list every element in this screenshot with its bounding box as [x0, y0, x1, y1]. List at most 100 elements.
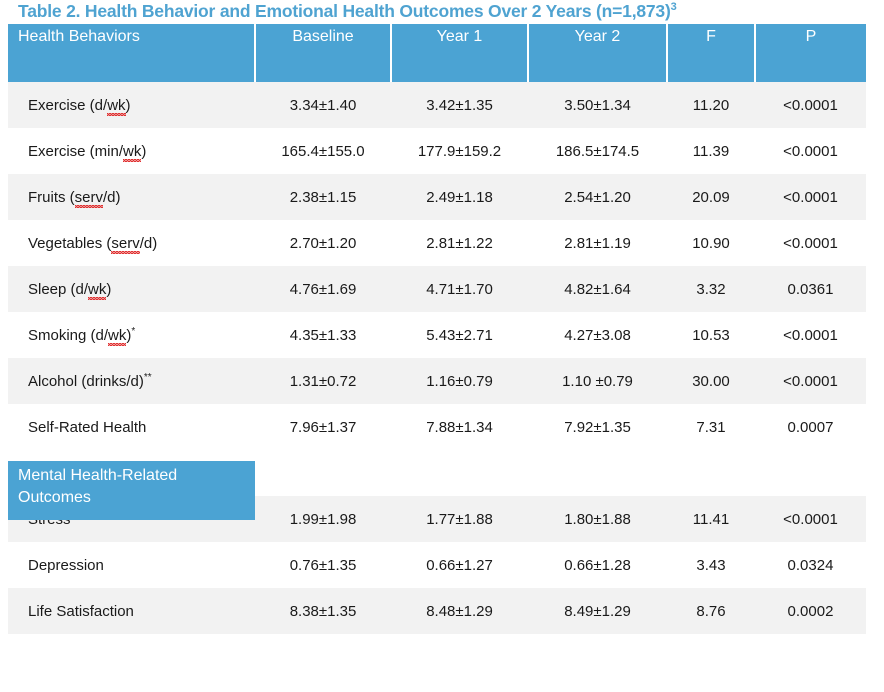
cell-year2: 0.66±1.28 — [528, 542, 667, 588]
table-row: Exercise (d/wk) 3.34±1.40 3.42±1.35 3.50±1.… — [8, 82, 866, 128]
cell-baseline: 4.35±1.33 — [255, 312, 391, 358]
spellcheck-underline: wk — [107, 96, 126, 114]
cell-baseline: 4.76±1.69 — [255, 266, 391, 312]
table-row: Self-Rated Health 7.96±1.37 7.88±1.34 7.92±… — [8, 404, 866, 450]
row-label: Alcohol (drinks/d)** — [8, 358, 255, 404]
cell-f: 8.76 — [667, 588, 755, 634]
row-label-text-tail: /d) — [139, 234, 158, 252]
spellcheck-underline: wk — [108, 326, 127, 344]
cell-p — [755, 450, 866, 496]
cell-f: 11.20 — [667, 82, 755, 128]
table-container: Health Behaviors Baseline Year 1 Year 2 … — [8, 24, 866, 634]
cell-p: <0.0001 — [755, 312, 866, 358]
column-header-year-2: Year 2 — [528, 24, 668, 82]
row-label: Life Satisfaction — [8, 588, 255, 634]
cell-p: 0.0324 — [755, 542, 866, 588]
cell-p: 0.0002 — [755, 588, 866, 634]
cell-year1: 2.49±1.18 — [391, 174, 528, 220]
page-title-text: Table 2. Health Behavior and Emotional H… — [18, 1, 671, 21]
row-label: Exercise (min/wk) — [8, 128, 255, 174]
footnote-marker: * — [131, 325, 136, 337]
column-header-health-behaviors: Health Behaviors — [8, 24, 256, 82]
cell-baseline: 1.31±0.72 — [255, 358, 391, 404]
cell-p: 0.0007 — [755, 404, 866, 450]
row-label-text: Fruits ( — [28, 188, 75, 206]
cell-f: 3.32 — [667, 266, 755, 312]
cell-f: 10.53 — [667, 312, 755, 358]
row-label-text: Vegetables ( — [28, 234, 112, 252]
table-figure: Table 2. Health Behavior and Emotional H… — [0, 0, 884, 692]
column-header-year-1: Year 1 — [391, 24, 529, 82]
cell-year2: 7.92±1.35 — [528, 404, 667, 450]
cell-f: 20.09 — [667, 174, 755, 220]
cell-year2: 1.80±1.88 — [528, 496, 667, 542]
cell-p: <0.0001 — [755, 496, 866, 542]
row-label-text: Exercise (d/ — [28, 96, 108, 114]
table-body: Exercise (d/wk) 3.34±1.40 3.42±1.35 3.50±1.… — [8, 82, 866, 634]
footnote-marker: ** — [143, 371, 152, 383]
cell-year1: 8.48±1.29 — [391, 588, 528, 634]
cell-year2: 4.27±3.08 — [528, 312, 667, 358]
cell-year1: 2.81±1.22 — [391, 220, 528, 266]
table-row: Fruits (serv/d) 2.38±1.15 2.49±1.18 2.54±1.… — [8, 174, 866, 220]
cell-year2: 2.81±1.19 — [528, 220, 667, 266]
cell-f: 30.00 — [667, 358, 755, 404]
row-label-text-tail: ) — [141, 142, 147, 160]
cell-p: 0.0361 — [755, 266, 866, 312]
cell-year1: 1.77±1.88 — [391, 496, 528, 542]
row-label-text: Self-Rated Health — [28, 418, 147, 436]
cell-p: <0.0001 — [755, 128, 866, 174]
cell-p: <0.0001 — [755, 174, 866, 220]
cell-year1 — [391, 450, 528, 496]
cell-year2: 186.5±174.5 — [528, 128, 667, 174]
row-label: Exercise (d/wk) — [8, 82, 255, 128]
cell-year2: 2.54±1.20 — [528, 174, 667, 220]
row-label-text: Alcohol (drinks/d) — [28, 372, 144, 390]
row-label-text-tail: ) — [125, 96, 131, 114]
cell-p: <0.0001 — [755, 82, 866, 128]
cell-year2: 4.82±1.64 — [528, 266, 667, 312]
cell-p: <0.0001 — [755, 220, 866, 266]
cell-year1: 3.42±1.35 — [391, 82, 528, 128]
spellcheck-underline: wk — [88, 280, 107, 298]
cell-baseline — [255, 450, 391, 496]
section-banner-line-1: Mental Health-Related — [18, 467, 178, 484]
cell-baseline: 1.99±1.98 — [255, 496, 391, 542]
row-label-text-tail: /d) — [103, 188, 121, 206]
cell-baseline: 2.70±1.20 — [255, 220, 391, 266]
table-row: Life Satisfaction 8.38±1.35 8.48±1.29 8.49±… — [8, 588, 866, 634]
column-header-baseline: Baseline — [255, 24, 392, 82]
cell-year1: 4.71±1.70 — [391, 266, 528, 312]
cell-f — [667, 450, 755, 496]
cell-year2: 8.49±1.29 — [528, 588, 667, 634]
table-row: Exercise (min/wk) 165.4±155.0 177.9±159.2 1… — [8, 128, 866, 174]
cell-f: 7.31 — [667, 404, 755, 450]
row-label-text: Sleep (d/ — [28, 280, 89, 298]
row-label-text-tail: ) — [106, 280, 112, 298]
row-label: Self-Rated Health — [8, 404, 255, 450]
row-label-text: Smoking (d/ — [28, 326, 109, 344]
row-label-text: Depression — [28, 556, 104, 574]
table-row: Vegetables (serv/d) 2.70±1.20 2.81±1.22 2.8… — [8, 220, 866, 266]
cell-year1: 1.16±0.79 — [391, 358, 528, 404]
cell-year1: 0.66±1.27 — [391, 542, 528, 588]
spellcheck-underline: serv — [74, 188, 104, 206]
cell-baseline: 0.76±1.35 — [255, 542, 391, 588]
section-banner-mental-health: Mental Health-Related Outcomes — [8, 461, 255, 520]
spellcheck-underline: wk — [123, 142, 142, 160]
row-label-text: Exercise (min/ — [28, 142, 124, 160]
row-label-text: Life Satisfaction — [28, 602, 134, 620]
cell-year1: 5.43±2.71 — [391, 312, 528, 358]
spellcheck-underline: serv — [111, 234, 140, 252]
row-label: Smoking (d/wk)* — [8, 312, 255, 358]
table-header: Health Behaviors Baseline Year 1 Year 2 … — [8, 24, 866, 82]
column-header-p: P — [755, 24, 866, 82]
table-row: Sleep (d/wk) 4.76±1.69 4.71±1.70 4.82±1.64 3… — [8, 266, 866, 312]
cell-baseline: 165.4±155.0 — [255, 128, 391, 174]
health-outcomes-table: Health Behaviors Baseline Year 1 Year 2 … — [8, 24, 866, 634]
cell-f: 11.41 — [667, 496, 755, 542]
section-banner-line-2: Outcomes — [18, 489, 91, 506]
cell-f: 3.43 — [667, 542, 755, 588]
cell-year2 — [528, 450, 667, 496]
cell-p: <0.0001 — [755, 358, 866, 404]
